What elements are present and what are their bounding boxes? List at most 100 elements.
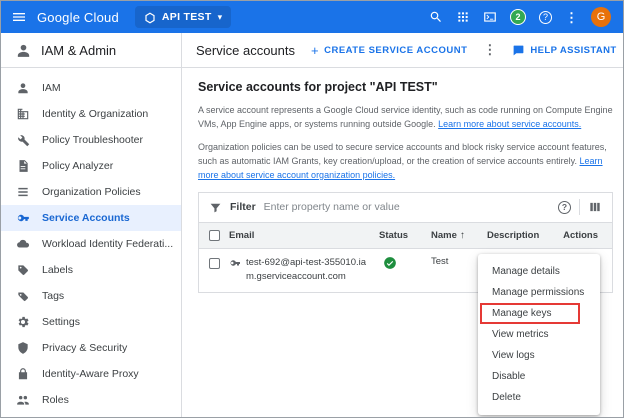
sidebar-item-label: Workload Identity Federati... <box>42 238 173 250</box>
sidebar-item-tags[interactable]: Tags <box>1 283 181 309</box>
sidebar-item-roles[interactable]: Roles <box>1 387 181 413</box>
sidebar-item-label: Policy Troubleshooter <box>42 134 143 146</box>
user-avatar[interactable]: G <box>591 7 611 27</box>
sidebar-item-label: Policy Analyzer <box>42 160 113 172</box>
wrench-icon <box>16 133 30 147</box>
hamburger-menu-icon[interactable] <box>11 9 27 25</box>
column-header-status: Status <box>379 230 431 241</box>
sidebar-item-iam[interactable]: IAM <box>1 75 181 101</box>
sidebar-item-label: Organization Policies <box>42 186 141 198</box>
sidebar-item-workload-identity-federation[interactable]: Workload Identity Federati... <box>1 231 181 257</box>
lock-icon <box>16 367 30 381</box>
menu-item-manage-details[interactable]: Manage details <box>478 261 600 282</box>
help-glyph: ? <box>543 12 548 22</box>
cloud-shell-icon[interactable] <box>483 10 497 24</box>
sidebar-item-settings[interactable]: Settings <box>1 309 181 335</box>
plus-icon: + <box>311 43 319 58</box>
product-header: IAM & Admin <box>1 33 182 67</box>
sidebar-item-organization-policies[interactable]: Organization Policies <box>1 179 181 205</box>
menu-item-manage-permissions[interactable]: Manage permissions <box>478 282 600 303</box>
menu-item-manage-keys[interactable]: Manage keys <box>478 303 600 324</box>
sidebar-item-label: Roles <box>42 394 69 406</box>
project-hexagon-icon <box>144 11 156 23</box>
sidebar-item-label: Identity-Aware Proxy <box>42 368 139 380</box>
sidebar-item-identity-aware-proxy[interactable]: Identity-Aware Proxy <box>1 361 181 387</box>
document-analysis-icon <box>16 159 30 173</box>
product-title: IAM & Admin <box>41 43 116 58</box>
organization-icon <box>16 107 30 121</box>
project-name: API TEST <box>162 11 212 23</box>
sidebar-item-privacy-security[interactable]: Privacy & Security <box>1 335 181 361</box>
notifications-badge[interactable]: 2 <box>510 9 526 25</box>
tag-icon <box>16 289 30 303</box>
help-glyph: ? <box>562 202 567 212</box>
learn-more-service-accounts-link[interactable]: Learn more about service accounts. <box>438 119 581 129</box>
iam-admin-sidebar: IAM Identity & Organization Policy Troub… <box>1 68 182 417</box>
sidebar-item-label: Settings <box>42 316 80 328</box>
menu-item-disable[interactable]: Disable <box>478 366 600 387</box>
project-selector[interactable]: API TEST ▾ <box>135 6 231 28</box>
row-actions-context-menu: Manage details Manage permissions Manage… <box>478 254 600 415</box>
column-header-description: Description <box>487 230 559 241</box>
sort-ascending-icon: ↑ <box>460 230 465 241</box>
sidebar-item-label: Service Accounts <box>42 212 130 224</box>
iam-admin-product-icon <box>15 42 32 59</box>
sidebar-item-label: Tags <box>42 290 64 302</box>
column-header-actions: Actions <box>563 230 612 241</box>
cloud-icon <box>16 237 30 251</box>
service-account-email-cell: test-692@api-test-355010.iam.gserviceacc… <box>229 256 379 285</box>
help-assistant-button[interactable]: HELP ASSISTANT <box>512 44 616 57</box>
service-account-email[interactable]: test-692@api-test-355010.iam.gserviceacc… <box>246 256 369 285</box>
column-header-name[interactable]: Name↑ <box>431 230 487 241</box>
filter-input[interactable] <box>264 201 550 213</box>
help-icon[interactable]: ? <box>539 11 552 24</box>
chat-assistant-icon <box>512 44 525 57</box>
intro-paragraph: A service account represents a Google Cl… <box>198 104 613 132</box>
page-heading: Service accounts for project "API TEST" <box>198 80 613 94</box>
sidebar-item-policy-analyzer[interactable]: Policy Analyzer <box>1 153 181 179</box>
table-filter-bar: Filter ? <box>199 193 612 223</box>
policy-paragraph: Organization policies can be used to sec… <box>198 141 613 183</box>
sidebar-item-label: Identity & Organization <box>42 108 148 120</box>
main-content: Service accounts for project "API TEST" … <box>182 68 623 417</box>
divider <box>579 199 580 215</box>
sidebar-item-label: Privacy & Security <box>42 342 127 354</box>
help-assistant-label: HELP ASSISTANT <box>530 45 616 56</box>
chevron-down-icon: ▾ <box>218 13 223 22</box>
apps-grid-icon[interactable] <box>456 10 470 24</box>
label-icon <box>16 263 30 277</box>
status-cell <box>379 256 431 273</box>
gear-icon <box>16 315 30 329</box>
sidebar-item-policy-troubleshooter[interactable]: Policy Troubleshooter <box>1 127 181 153</box>
sidebar-item-label: Labels <box>42 264 73 276</box>
page-header-bar: IAM & Admin Service accounts + CREATE SE… <box>1 33 623 68</box>
people-icon <box>16 393 30 407</box>
column-header-email: Email <box>229 230 379 241</box>
menu-item-delete[interactable]: Delete <box>478 387 600 408</box>
sidebar-item-service-accounts[interactable]: Service Accounts <box>1 205 181 231</box>
more-options-icon[interactable]: ⋮ <box>565 11 578 24</box>
filter-help-icon[interactable]: ? <box>558 201 571 214</box>
select-all-checkbox[interactable] <box>209 230 220 241</box>
gcp-console-window: Google Cloud API TEST ▾ 2 ? ⋮ G <box>0 0 624 418</box>
person-icon <box>16 81 30 95</box>
service-account-key-icon <box>229 257 241 269</box>
sidebar-item-labels[interactable]: Labels <box>1 257 181 283</box>
status-active-check-icon <box>383 256 397 270</box>
page-title: Service accounts <box>196 43 295 58</box>
menu-item-view-metrics[interactable]: View metrics <box>478 324 600 345</box>
page-more-options-icon[interactable]: ⋮ <box>483 42 496 58</box>
filter-label: Filter <box>230 201 256 213</box>
sidebar-item-identity-organization[interactable]: Identity & Organization <box>1 101 181 127</box>
key-icon <box>16 211 30 225</box>
column-display-options-icon[interactable] <box>588 200 602 214</box>
shield-icon <box>16 341 30 355</box>
table-header-row: Email Status Name↑ Description Actions <box>199 223 612 249</box>
row-checkbox[interactable] <box>209 258 220 269</box>
menu-item-view-logs[interactable]: View logs <box>478 345 600 366</box>
top-navigation-bar: Google Cloud API TEST ▾ 2 ? ⋮ G <box>1 1 623 33</box>
topbar-actions: 2 ? ⋮ G <box>429 7 611 27</box>
create-service-account-button[interactable]: + CREATE SERVICE ACCOUNT <box>311 43 467 58</box>
filter-icon <box>209 201 222 214</box>
search-icon[interactable] <box>429 10 443 24</box>
